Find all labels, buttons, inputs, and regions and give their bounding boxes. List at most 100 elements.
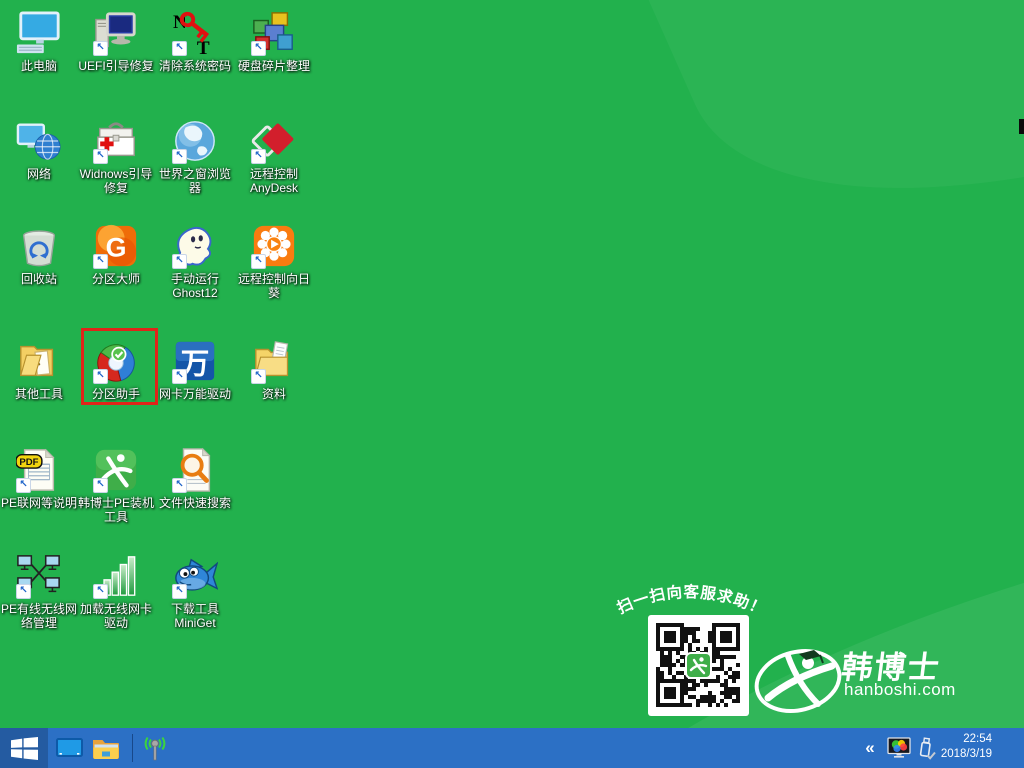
desktop-icon-label: 手动运行Ghost12: [156, 272, 234, 300]
hanboshi-brand-logo: 韩博士 hanboshi.com: [752, 638, 1012, 722]
desktop-icon-nic-universal-driver[interactable]: 万↖ 网卡万能驱动: [156, 336, 234, 401]
desktop-icon-run-ghost12[interactable]: ↖ 手动运行Ghost12: [156, 221, 234, 300]
shortcut-arrow-icon: ↖: [16, 584, 31, 599]
desktop-icon-partition-master[interactable]: G↖ 分区大师: [77, 221, 155, 286]
shortcut-arrow-icon: ↖: [251, 254, 266, 269]
collapse-chevrons-icon: «: [865, 738, 874, 758]
desktop-icon-wireless-nic-driver-loader[interactable]: ↖ 加载无线网卡驱动: [77, 551, 155, 630]
brand-domain: hanboshi.com: [844, 680, 956, 700]
tray-time: 22:54: [941, 732, 992, 747]
shortcut-arrow-icon: ↖: [93, 254, 108, 269]
desktop-icon-label: 分区大师: [77, 272, 155, 286]
taskbar-separator: [132, 734, 133, 762]
desktop-icon-label: 网卡万能驱动: [156, 387, 234, 401]
desktop-icon-network[interactable]: 网络: [0, 116, 78, 181]
wallpaper-swoosh: [605, 0, 1024, 323]
monitor-icon: [16, 10, 62, 56]
folder-icon: [92, 737, 120, 760]
desktop-icon-label: PE联网等说明: [0, 496, 78, 510]
signal-bars-icon: ↖: [93, 553, 139, 599]
shortcut-arrow-icon: ↖: [172, 584, 187, 599]
desktop-icon-label: 此电脑: [0, 59, 78, 73]
screen-edge-artifact: [1019, 119, 1024, 134]
desktop-icon-label: PE有线无线网络管理: [0, 602, 78, 630]
desktop-icon-world-window-browser[interactable]: ↖ 世界之窗浏览器: [156, 116, 234, 195]
desktop-icon-clear-system-password[interactable]: NT↖ 清除系统密码: [156, 8, 234, 73]
hanboshi-icon: ↖: [93, 447, 139, 493]
shortcut-arrow-icon: ↖: [251, 369, 266, 384]
blue-monitor-icon: [56, 738, 83, 759]
desktop-icon-hanboshi-pe-installer[interactable]: ↖ 韩博士PE装机工具: [77, 445, 155, 524]
taskbar: « 22:54 2018/3/19: [0, 728, 1024, 768]
search-doc-icon: ↖: [172, 447, 218, 493]
tray-usb-eject-icon[interactable]: [914, 728, 938, 768]
start-button[interactable]: [0, 728, 48, 768]
diamond-icon: ↖: [251, 118, 297, 164]
desktop-icon-label: 下载工具MiniGet: [156, 602, 234, 630]
globe-icon: ↖: [172, 118, 218, 164]
desktop-icon-label: 韩博士PE装机工具: [77, 496, 155, 524]
annotation-highlight-box: [81, 328, 158, 405]
desktop-icon-windows-boot-repair[interactable]: ↖ Widnows引导修复: [77, 116, 155, 195]
desktop-icon-miniget-downloader[interactable]: ↖ 下载工具MiniGet: [156, 551, 234, 630]
desktop-icon-label: 文件快速搜索: [156, 496, 234, 510]
recycle-icon: [16, 223, 62, 269]
shortcut-arrow-icon: ↖: [251, 149, 266, 164]
svg-text:扫一扫向客服求助！: 扫一扫向客服求助！: [614, 582, 768, 619]
shortcut-arrow-icon: ↖: [172, 41, 187, 56]
desktop-icon-materials[interactable]: ↖ 资料: [235, 336, 313, 401]
qr-code: [648, 615, 749, 716]
shortcut-arrow-icon: ↖: [172, 478, 187, 493]
pdf-icon: PDF↖: [16, 447, 62, 493]
desktop-icon-disk-defrag[interactable]: ↖ 硬盘碎片整理: [235, 8, 313, 73]
desktop-icon-label: 远程控制向日葵: [235, 272, 313, 300]
shortcut-arrow-icon: ↖: [172, 254, 187, 269]
key-nt-icon: NT↖: [172, 10, 218, 56]
folder-docs-icon: ↖: [251, 338, 297, 384]
windows-logo-icon: [11, 737, 38, 760]
svg-text:G: G: [106, 233, 127, 263]
desktop-icon-pe-network-guide[interactable]: PDF↖ PE联网等说明: [0, 445, 78, 510]
color-monitor-icon: [887, 737, 911, 759]
desktop-icon-uefi-boot-repair[interactable]: ↖UEFI引导修复: [77, 8, 155, 73]
shortcut-arrow-icon: ↖: [93, 149, 108, 164]
desktop-icon-file-quick-search[interactable]: ↖ 文件快速搜索: [156, 445, 234, 510]
taskbar-desktop-app-button[interactable]: [52, 728, 86, 768]
tray-collapse-button[interactable]: «: [858, 728, 882, 768]
hanboshi-oval-figure-icon: [752, 642, 844, 720]
desktop-icon-sunflower-remote[interactable]: ↖ 远程控制向日葵: [235, 221, 313, 300]
desktop-icon-label: 世界之窗浏览器: [156, 167, 234, 195]
ghost-icon: ↖: [172, 223, 218, 269]
desktop-icon-label: 硬盘碎片整理: [235, 59, 313, 73]
usb-drive-icon: [915, 736, 937, 761]
desktop-icon-label: 加载无线网卡驱动: [77, 602, 155, 630]
shortcut-arrow-icon: ↖: [251, 41, 266, 56]
tray-clock[interactable]: 22:54 2018/3/19: [941, 732, 992, 764]
antenna-signal-icon: [142, 735, 168, 762]
desktop-icon-label: 资料: [235, 387, 313, 401]
desktop-icon-label: Widnows引导修复: [77, 167, 155, 195]
toolbox-icon: ↖: [93, 118, 139, 164]
shortcut-arrow-icon: ↖: [93, 41, 108, 56]
desktop-icon-recycle-bin[interactable]: 回收站: [0, 221, 78, 286]
shortcut-arrow-icon: ↖: [172, 149, 187, 164]
sunflower-icon: ↖: [251, 223, 297, 269]
taskbar-wireless-antenna-button[interactable]: [140, 728, 170, 768]
desktop-icon-other-tools[interactable]: 其他工具: [0, 336, 78, 401]
desktop-icon-pe-network-manager[interactable]: ↖ PE有线无线网络管理: [0, 551, 78, 630]
pc-icon: ↖: [93, 10, 139, 56]
tray-display-settings-icon[interactable]: [886, 728, 912, 768]
wan-icon: 万↖: [172, 338, 218, 384]
shark-icon: ↖: [172, 553, 218, 599]
network-nodes-icon: ↖: [16, 553, 62, 599]
qr-center-logo: [687, 654, 710, 677]
desktop-icon-anydesk-remote[interactable]: ↖远程控制AnyDesk: [235, 116, 313, 195]
desktop-icon-label: 清除系统密码: [156, 59, 234, 73]
taskbar-file-explorer-button[interactable]: [88, 728, 124, 768]
hanboshi-figure-icon: [687, 654, 710, 677]
desktop-icon-this-pc[interactable]: 此电脑: [0, 8, 78, 73]
desktop-icon-label: 其他工具: [0, 387, 78, 401]
svg-text:PDF: PDF: [19, 457, 38, 468]
shortcut-arrow-icon: ↖: [93, 478, 108, 493]
desktop-surface[interactable]: 此电脑↖UEFI引导修复 NT↖ 清除系统密码 ↖ 硬盘碎片整理网络 ↖ Widnows引导…: [0, 0, 1024, 728]
